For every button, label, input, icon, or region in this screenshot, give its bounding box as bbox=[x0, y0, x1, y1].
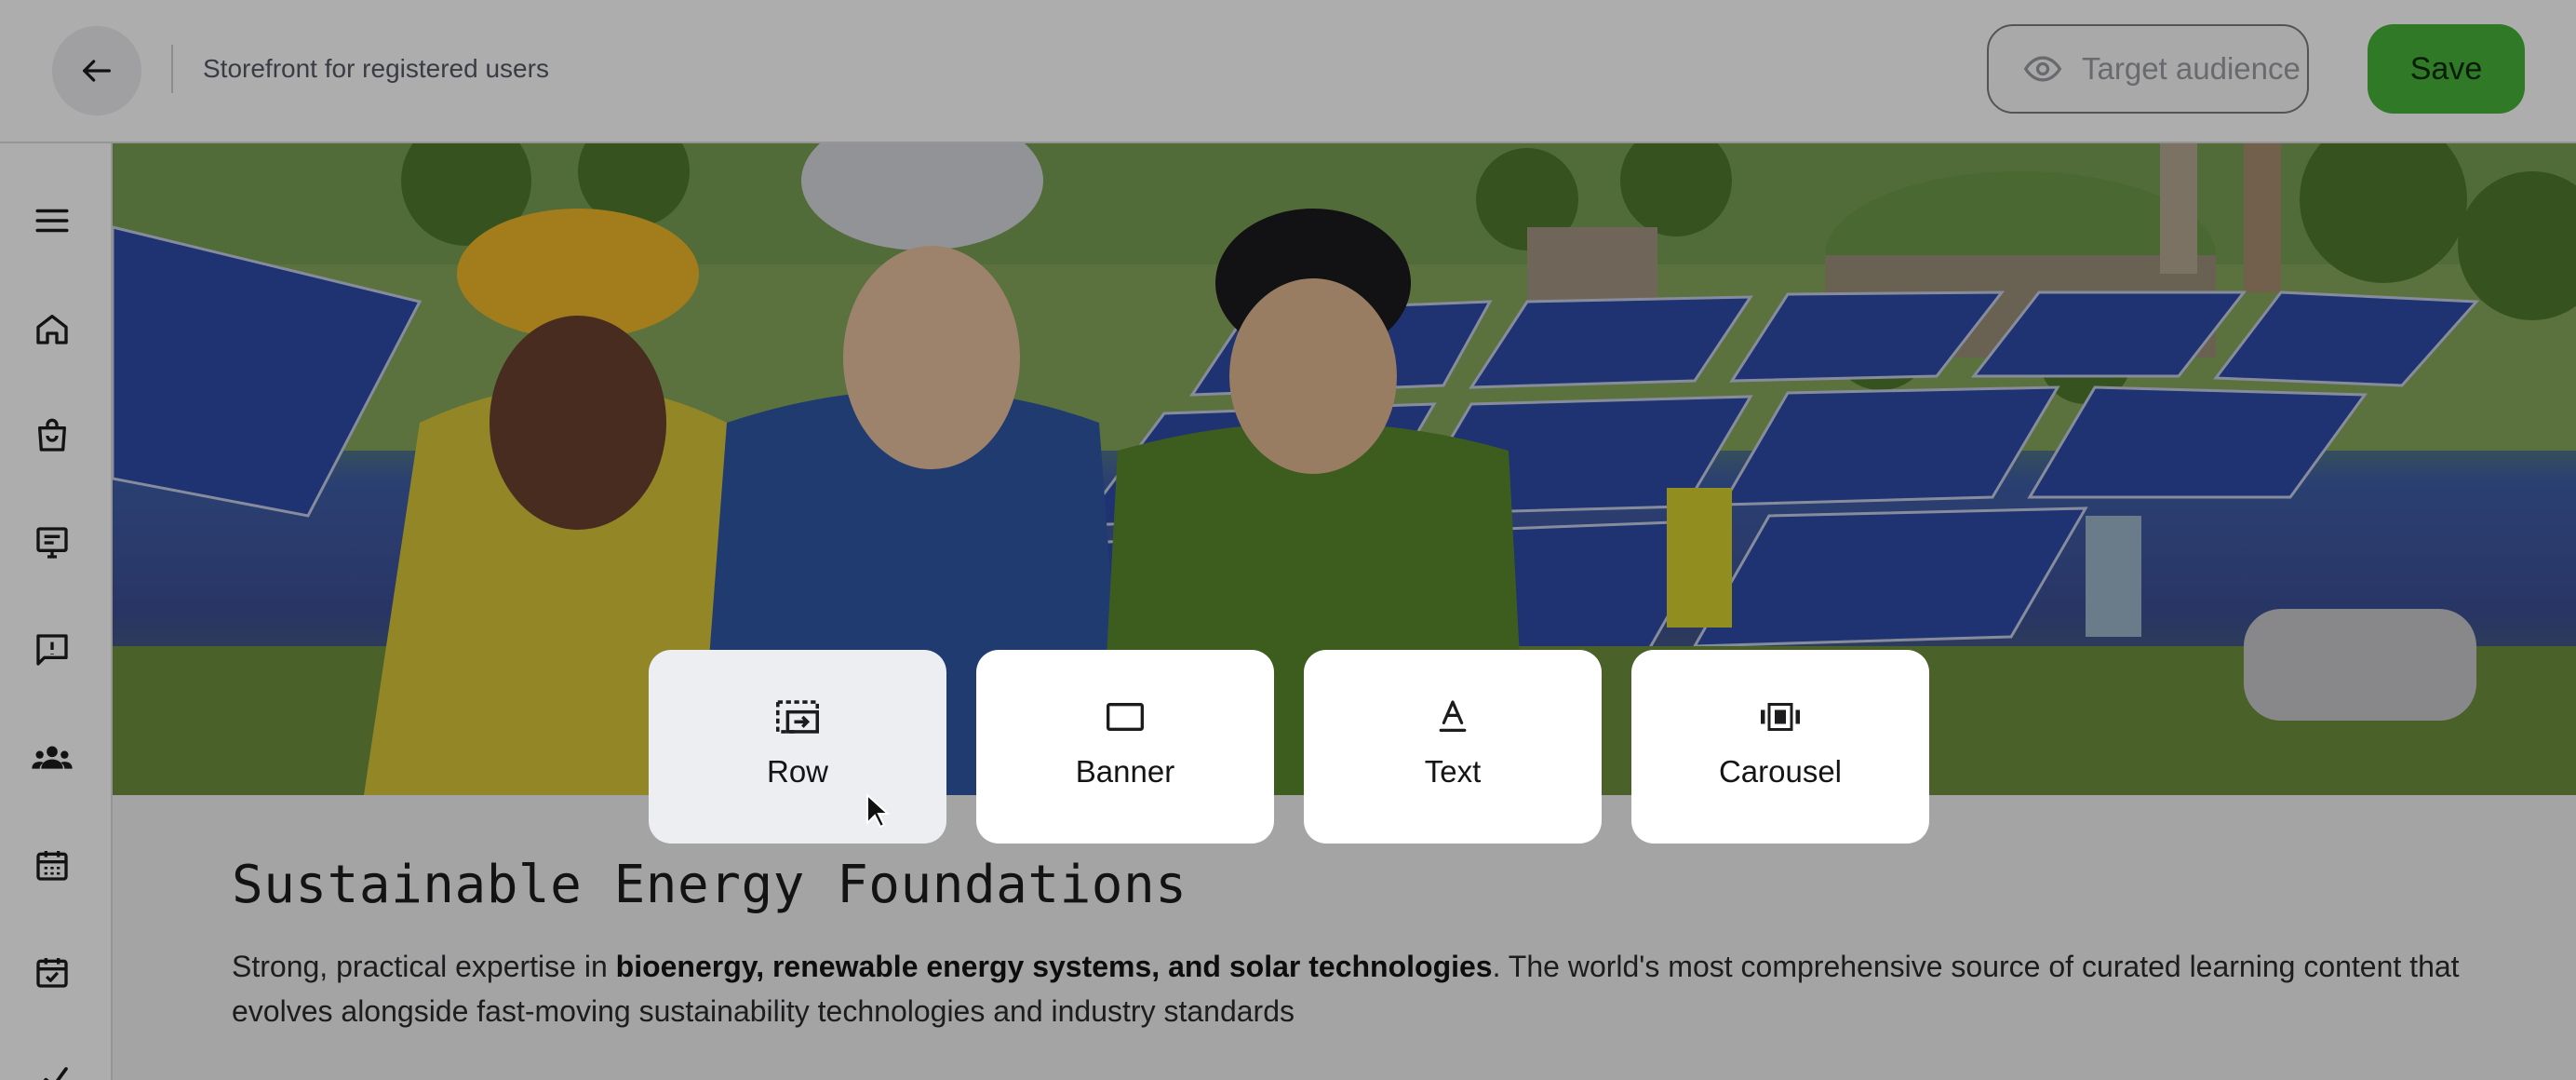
text-icon bbox=[1438, 700, 1468, 734]
block-option-banner[interactable]: Banner bbox=[976, 650, 1274, 844]
row-icon bbox=[776, 700, 819, 734]
block-option-label: Carousel bbox=[1718, 754, 1843, 789]
block-option-label: Row bbox=[766, 754, 829, 789]
banner-icon bbox=[1107, 700, 1144, 734]
block-option-label: Text bbox=[1424, 754, 1482, 789]
block-option-text[interactable]: Text bbox=[1304, 650, 1602, 844]
mouse-cursor-icon bbox=[866, 793, 890, 829]
modal-overlay[interactable] bbox=[0, 0, 2576, 1080]
block-option-row[interactable]: Row bbox=[649, 650, 946, 844]
block-option-label: Banner bbox=[1075, 754, 1175, 789]
block-option-carousel[interactable]: Carousel bbox=[1631, 650, 1929, 844]
carousel-icon bbox=[1761, 700, 1800, 734]
